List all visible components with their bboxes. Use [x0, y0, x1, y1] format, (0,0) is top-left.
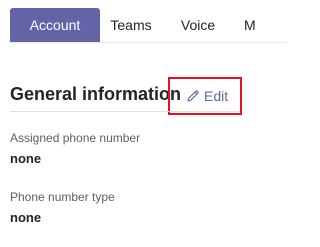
phone-number-type-value: none [10, 210, 42, 225]
section-title: General information [10, 84, 182, 104]
assigned-phone-number-label: Assigned phone number [10, 131, 141, 145]
assigned-phone-number-value: none [10, 151, 42, 166]
divider [10, 111, 240, 112]
user-details-panel: Account Teams Voice M General informatio… [0, 0, 287, 247]
tab-voice[interactable]: Voice [162, 8, 234, 42]
edit-label: Edit [204, 88, 229, 104]
tab-truncated[interactable]: M [234, 8, 287, 42]
edit-button[interactable]: Edit [168, 77, 242, 115]
phone-number-type-label: Phone number type [10, 190, 115, 204]
section-header: General information [10, 84, 181, 105]
pencil-icon [186, 89, 200, 103]
tab-account[interactable]: Account [10, 8, 100, 42]
tab-teams[interactable]: Teams [100, 8, 162, 42]
tab-bar: Account Teams Voice M [10, 8, 287, 43]
